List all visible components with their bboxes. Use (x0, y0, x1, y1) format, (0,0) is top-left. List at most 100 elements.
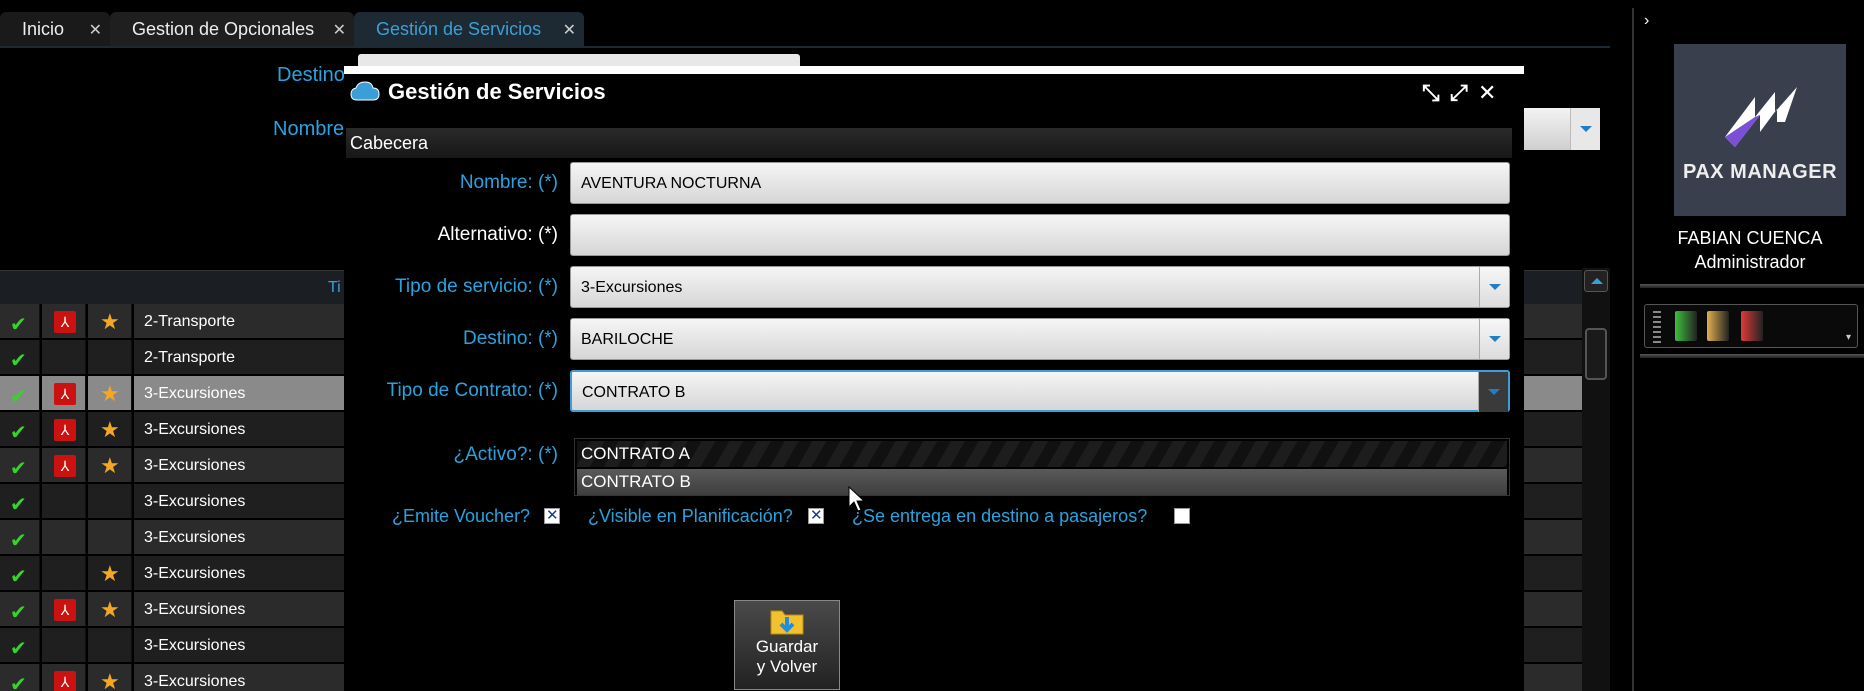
dropdown-option[interactable]: CONTRATO B (577, 469, 1507, 495)
star-icon[interactable]: ★ (100, 381, 120, 407)
row-tipo-text: 3-Excursiones (144, 673, 246, 690)
chevron-down-icon[interactable] (1478, 372, 1508, 412)
star-icon[interactable]: ★ (100, 597, 120, 623)
tab-inicio[interactable]: Inicio ✕ (0, 12, 110, 46)
table-cell (42, 340, 86, 374)
chevron-down-icon[interactable]: ▾ (1846, 332, 1851, 343)
tab-label: Gestión de Servicios (376, 18, 542, 39)
tipo-contrato-dropdown: CONTRATO A CONTRATO B (574, 438, 1510, 496)
star-icon[interactable]: ★ (100, 561, 120, 587)
filter-destino-select[interactable] (358, 54, 800, 66)
user-name: FABIAN CUENCA (1677, 228, 1823, 248)
save-label-line2: y Volver (756, 657, 818, 676)
chevron-right-icon[interactable]: › (1644, 12, 1649, 30)
red-folder-icon[interactable] (1741, 311, 1763, 341)
table-cell (88, 628, 132, 662)
destino-select[interactable]: BARILOCHE (570, 318, 1510, 360)
row-tipo-text: 3-Excursiones (144, 457, 246, 474)
yellow-folder-icon[interactable] (1707, 311, 1729, 341)
tab-bar: Inicio ✕ Gestion de Opcionales ✕ Gestión… (0, 0, 1610, 46)
star-icon[interactable]: ★ (100, 453, 120, 479)
chevron-down-icon[interactable] (1479, 319, 1509, 359)
pdf-icon[interactable]: ⅄ (54, 455, 76, 477)
pdf-icon[interactable]: ⅄ (54, 311, 76, 333)
tipo-servicio-select[interactable]: 3-Excursiones (570, 266, 1510, 308)
save-label-line1: Guardar (755, 637, 819, 656)
modal-title: Gestión de Servicios (388, 79, 606, 104)
tab-label: Inicio (22, 18, 65, 39)
close-icon[interactable]: ✕ (89, 20, 102, 40)
chevron-down-icon[interactable] (1570, 108, 1600, 150)
check-icon: ✔ (10, 530, 27, 552)
check-icon: ✔ (10, 494, 27, 516)
check-icon: ✔ (10, 602, 27, 624)
entrega-destino-checkbox[interactable] (1174, 508, 1190, 524)
check-icon: ✔ (10, 314, 27, 336)
tab-label: Gestion de Opcionales (132, 18, 315, 39)
modal-header: Gestión de Servicios ⤡ ⤢ ✕ (344, 74, 1524, 114)
scroll-up-button[interactable] (1584, 270, 1608, 292)
nombre-input[interactable]: AVENTURA NOCTURNA (570, 162, 1510, 204)
row-tipo-text: 3-Excursiones (144, 637, 246, 654)
activo-label: ¿Activo?: (*) (453, 444, 558, 465)
close-icon[interactable]: ✕ (333, 20, 346, 40)
pdf-icon[interactable]: ⅄ (54, 419, 76, 441)
logo-text: PAX MANAGER (1682, 160, 1838, 183)
visible-planificacion-checkbox[interactable] (808, 506, 824, 524)
pdf-icon[interactable]: ⅄ (54, 599, 76, 621)
pdf-icon[interactable]: ⅄ (54, 671, 76, 691)
divider (1640, 354, 1864, 358)
close-icon[interactable]: ✕ (563, 20, 576, 40)
alternativo-input[interactable] (570, 214, 1510, 256)
tipo-contrato-select[interactable]: CONTRATO B (570, 370, 1510, 412)
scroll-thumb[interactable] (1585, 328, 1607, 380)
dropdown-option[interactable]: CONTRATO A (577, 441, 1507, 467)
tab-gestion-servicios[interactable]: Gestión de Servicios ✕ (354, 12, 584, 46)
table-cell (42, 484, 86, 518)
entrega-destino-label: ¿Se entrega en destino a pasajeros? (852, 506, 1148, 526)
filter-nombre-label: Nombre (273, 118, 345, 140)
section-title: Cabecera (350, 133, 429, 153)
check-icon: ✔ (10, 566, 27, 588)
table-cell (88, 484, 132, 518)
check-icon: ✔ (10, 674, 27, 691)
collapse-icon[interactable]: ⤡ (1422, 80, 1440, 106)
emite-voucher-checkbox[interactable] (544, 506, 560, 524)
user-role: Administrador (1694, 252, 1806, 272)
row-tipo-text: 2-Transporte (144, 313, 235, 330)
row-tipo-text: 3-Excursiones (144, 493, 246, 510)
star-icon[interactable]: ★ (100, 309, 120, 335)
divider (1640, 284, 1864, 288)
star-icon[interactable]: ★ (100, 669, 120, 691)
nombre-label: Nombre: (*) (459, 172, 558, 193)
save-and-return-button[interactable]: Guardar y Volver (734, 600, 840, 690)
drag-handle-icon[interactable] (1653, 311, 1661, 343)
green-folder-icon[interactable] (1675, 311, 1697, 341)
tipo-contrato-value: CONTRATO B (582, 384, 686, 401)
tab-gestion-opcionales[interactable]: Gestion de Opcionales ✕ (110, 12, 354, 46)
filter-destino-label: Destino (277, 64, 345, 86)
service-modal: Gestión de Servicios ⤡ ⤢ ✕ Cabecera Nomb… (344, 66, 1524, 691)
chevron-down-icon[interactable] (1479, 267, 1509, 307)
tab-content-border (0, 46, 1610, 48)
row-tipo-text: 3-Excursiones (144, 385, 246, 402)
row-tipo-text: 3-Excursiones (144, 601, 246, 618)
table-cell (88, 340, 132, 374)
alternativo-label: Alternativo: (*) (437, 224, 558, 245)
row-tipo-text: 3-Excursiones (144, 529, 246, 546)
destino-value: BARILOCHE (581, 331, 674, 348)
pax-logo-icon (1725, 86, 1797, 147)
folder-download-icon (770, 610, 804, 635)
close-icon[interactable]: ✕ (1478, 80, 1496, 106)
row-tipo-text: 3-Excursiones (144, 565, 246, 582)
pdf-icon[interactable]: ⅄ (54, 383, 76, 405)
grid-scrollbar[interactable] (1582, 268, 1610, 691)
visible-planificacion-label: ¿Visible en Planificación? (588, 506, 793, 526)
tipo-servicio-label: Tipo de servicio: (*) (395, 276, 558, 297)
check-icon: ✔ (10, 458, 27, 480)
table-cell (42, 556, 86, 590)
table-cell (42, 520, 86, 554)
maximize-icon[interactable]: ⤢ (1450, 80, 1468, 106)
quick-actions-bar: ▾ (1644, 304, 1858, 348)
star-icon[interactable]: ★ (100, 417, 120, 443)
